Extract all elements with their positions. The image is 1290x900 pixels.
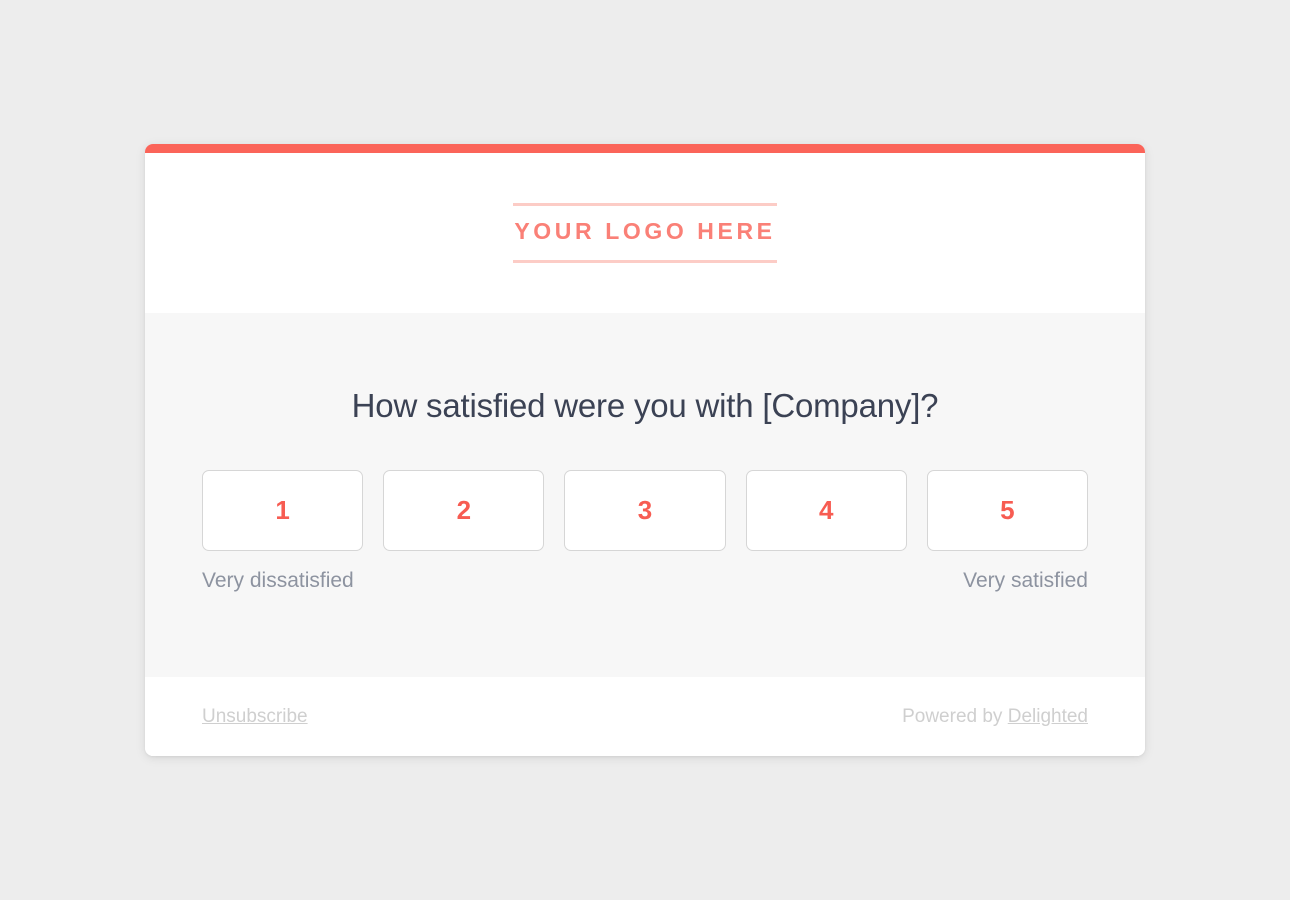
accent-top-bar <box>145 144 1145 153</box>
unsubscribe-link[interactable]: Unsubscribe <box>202 706 308 728</box>
survey-card: YOUR LOGO HERE How satisfied were you wi… <box>145 144 1145 756</box>
rating-button-3-label: 3 <box>637 495 653 526</box>
rating-button-1[interactable]: 1 <box>202 470 364 552</box>
page-background: YOUR LOGO HERE How satisfied were you wi… <box>0 0 1290 900</box>
powered-by-prefix: Powered by <box>902 705 1008 727</box>
powered-by: Powered by Delighted <box>902 706 1088 728</box>
survey-body: How satisfied were you with [Company]? 1… <box>145 313 1145 677</box>
logo-placeholder-text: YOUR LOGO HERE <box>514 218 776 245</box>
scale-high-label: Very satisfied <box>963 569 1088 593</box>
rating-button-2-label: 2 <box>456 495 472 526</box>
question-title: How satisfied were you with [Company]? <box>351 387 939 424</box>
rating-button-5-label: 5 <box>1000 495 1015 526</box>
logo-header: YOUR LOGO HERE <box>145 153 1145 313</box>
survey-footer: Unsubscribe Powered by Delighted <box>145 677 1145 756</box>
rating-button-5[interactable]: 5 <box>926 470 1089 552</box>
rating-button-2[interactable]: 2 <box>383 470 545 552</box>
logo-block: YOUR LOGO HERE <box>513 203 777 263</box>
scale-low-label: Very dissatisfied <box>202 569 354 593</box>
rating-scale: 1 2 3 4 5 <box>202 470 1089 552</box>
rating-button-3[interactable]: 3 <box>564 470 726 552</box>
scale-endpoint-labels: Very dissatisfied Very satisfied <box>202 567 1088 594</box>
rating-button-4[interactable]: 4 <box>745 470 907 552</box>
delighted-link[interactable]: Delighted <box>1008 706 1088 727</box>
rating-button-4-label: 4 <box>818 495 834 526</box>
rating-button-1-label: 1 <box>275 495 290 526</box>
